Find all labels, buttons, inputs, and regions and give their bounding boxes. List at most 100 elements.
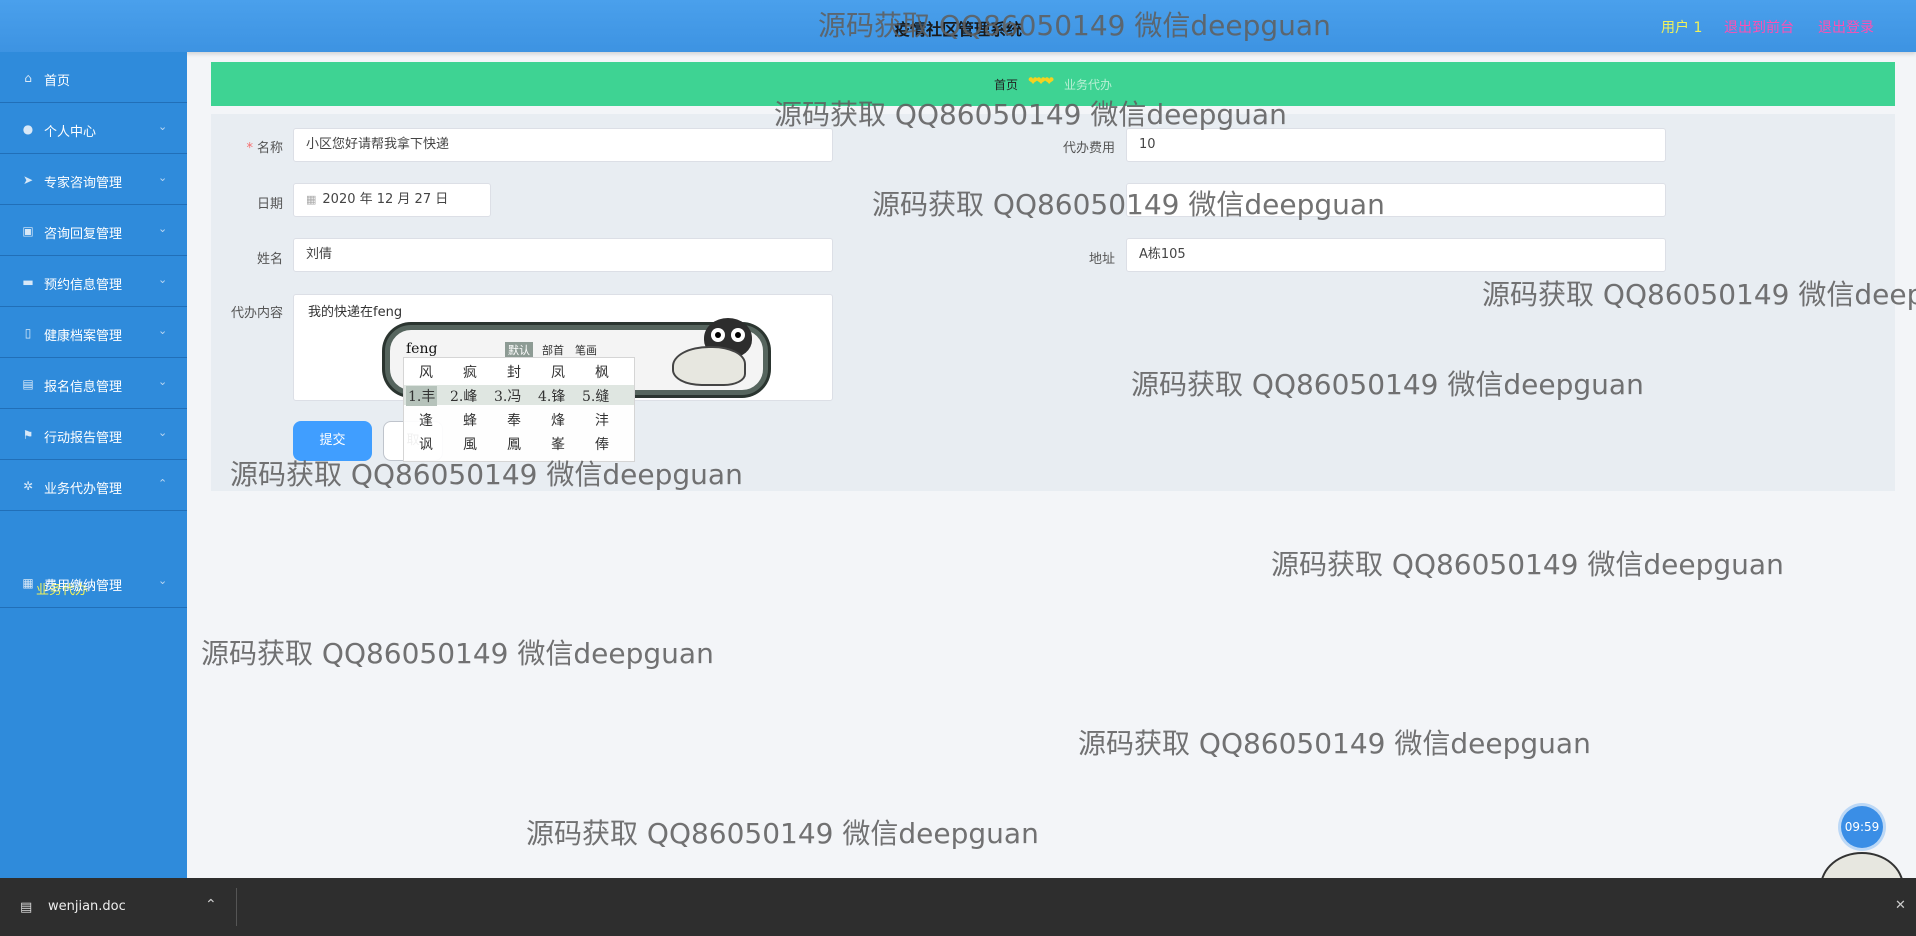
- ime-candidate[interactable]: 峯: [536, 434, 580, 454]
- sidebar-item-fee-payment[interactable]: ▦ 费用缴纳管理 ⌄: [0, 557, 187, 608]
- calendar-icon: ▦: [306, 193, 317, 206]
- sidebar-item-consult-reply[interactable]: ▣ 咨询回复管理 ⌄: [0, 205, 187, 256]
- ime-candidate[interactable]: 奉: [492, 410, 536, 430]
- chevron-down-icon: ⌄: [158, 171, 168, 184]
- chevron-up-icon: ⌃: [158, 477, 168, 490]
- sidebar-item-personal-center[interactable]: ● 个人中心 ⌄: [0, 103, 187, 154]
- close-icon[interactable]: ✕: [1895, 898, 1906, 913]
- ime-tab-stroke[interactable]: 笔画: [575, 342, 597, 358]
- chevron-up-icon[interactable]: ⌃: [205, 897, 217, 913]
- chevron-down-icon: ⌄: [158, 426, 168, 439]
- watermark-text: 源码获取 QQ86050149 微信deepguan: [201, 637, 714, 670]
- submit-button[interactable]: 提交: [293, 421, 372, 461]
- aperture-icon: ✲: [22, 479, 34, 493]
- home-icon: ⌂: [24, 71, 32, 85]
- current-user[interactable]: 用户 1: [1661, 17, 1702, 37]
- fee-input[interactable]: 10: [1126, 128, 1666, 162]
- ime-candidate[interactable]: 5.缝: [582, 386, 609, 406]
- sidebar-item-registration[interactable]: ▤ 报名信息管理 ⌄: [0, 358, 187, 409]
- sidebar-item-home[interactable]: ⌂ 首页: [0, 52, 187, 103]
- app-title: 疫情社区管理系统: [893, 20, 1022, 39]
- ime-candidate[interactable]: 烽: [536, 410, 580, 430]
- person-name-label: 姓名: [256, 252, 283, 267]
- person-name-input[interactable]: 刘倩: [293, 238, 833, 272]
- message-icon: ▣: [22, 224, 34, 238]
- name-label: * 名称: [246, 141, 283, 156]
- ime-candidate[interactable]: 封: [492, 362, 536, 382]
- phone-icon: ▯: [24, 326, 32, 340]
- download-item[interactable]: wenjian.doc: [48, 899, 126, 914]
- back-to-front-link[interactable]: 退出到前台: [1724, 17, 1794, 37]
- ime-candidate[interactable]: 1.丰: [406, 386, 438, 406]
- fee-label: 代办费用: [1062, 141, 1115, 156]
- film-icon: ▤: [22, 377, 34, 391]
- watermark-text: 源码获取 QQ86050149 微信deepguan: [1078, 727, 1591, 760]
- watermark-text: 源码获取 QQ86050149 微信deepguan: [1271, 548, 1784, 581]
- ime-candidate[interactable]: 讽: [404, 434, 448, 454]
- ime-candidate-row: 逢 蜂 奉 烽 沣: [404, 409, 634, 429]
- sidebar-item-label: 预约信息管理: [44, 278, 123, 293]
- ime-tab-radical[interactable]: 部首: [542, 342, 564, 358]
- ime-candidate-row: 讽 風 鳳 峯 俸: [404, 433, 634, 453]
- grid-icon: ▦: [22, 576, 34, 590]
- content-value: 我的快递在feng: [308, 305, 403, 320]
- sidebar-item-label: 行动报告管理: [44, 431, 123, 446]
- ime-candidate[interactable]: 疯: [448, 362, 492, 382]
- ime-candidate[interactable]: 2.峰: [450, 386, 477, 406]
- sidebar-menu: ⌂ 首页 ● 个人中心 ⌄ ➤ 专家咨询管理 ⌄ ▣ 咨询回复管理 ⌄ ▬ 预约…: [0, 52, 187, 878]
- date-label: 日期: [256, 197, 283, 212]
- floating-clock[interactable]: 09:59: [1841, 806, 1883, 848]
- ime-candidate[interactable]: 逢: [404, 410, 448, 430]
- ime-candidate[interactable]: 凤: [536, 362, 580, 382]
- ime-candidate[interactable]: 3.冯: [494, 386, 521, 406]
- watermark-text: 源码获取 QQ86050149 微信deepguan: [526, 817, 1039, 850]
- sidebar-item-expert-consult[interactable]: ➤ 专家咨询管理 ⌄: [0, 154, 187, 205]
- breadcrumb: 首页 ❤❤❤ 业务代办: [211, 62, 1895, 106]
- sidebar-item-label: 费用缴纳管理: [44, 579, 123, 594]
- chevron-down-icon: ⌄: [158, 324, 168, 337]
- ime-candidate[interactable]: 4.锋: [538, 386, 565, 406]
- chevron-down-icon: ⌄: [158, 120, 168, 133]
- document-icon: ▤: [20, 900, 33, 915]
- sidebar-item-label: 个人中心: [44, 125, 97, 140]
- sidebar-item-errand-management[interactable]: ✲ 业务代办管理 ⌃: [0, 460, 187, 511]
- name-input[interactable]: 小区您好请帮我拿下快递: [293, 128, 833, 162]
- sidebar-item-health-record[interactable]: ▯ 健康档案管理 ⌄: [0, 307, 187, 358]
- ime-candidate[interactable]: 风: [404, 362, 448, 382]
- ime-candidate[interactable]: 風: [448, 434, 492, 454]
- chevron-down-icon: ⌄: [158, 273, 168, 286]
- ime-candidate[interactable]: 枫: [580, 362, 624, 382]
- phone-input[interactable]: [1126, 183, 1666, 217]
- ime-candidate-row: 风 疯 封 凤 枫: [404, 361, 634, 381]
- sidebar-item-label: 专家咨询管理: [44, 176, 123, 191]
- sidebar-item-label: 首页: [44, 74, 71, 89]
- ime-composition-text: feng: [406, 341, 438, 357]
- ime-candidate-row-selected: 1.丰 2.峰 3.冯 4.锋 5.缝: [404, 385, 634, 406]
- breadcrumb-current: 业务代办: [1064, 78, 1113, 92]
- ime-tab-default[interactable]: 默认: [505, 342, 533, 358]
- ime-candidate[interactable]: 鳳: [492, 434, 536, 454]
- user-icon: ●: [22, 122, 34, 136]
- heart-separator-icon: ❤❤❤: [1028, 74, 1054, 88]
- sidebar-item-label: 健康档案管理: [44, 329, 123, 344]
- download-bar: ▤ wenjian.doc ⌃ ✕: [0, 878, 1916, 936]
- top-header: 疫情社区管理系统 用户 1 退出到前台 退出登录: [0, 0, 1916, 52]
- ime-candidate[interactable]: 蜂: [448, 410, 492, 430]
- ime-candidate[interactable]: 沣: [580, 410, 624, 430]
- sidebar-item-appointment[interactable]: ▬ 预约信息管理 ⌄: [0, 256, 187, 307]
- send-icon: ➤: [22, 173, 34, 187]
- divider: [236, 888, 237, 926]
- address-input[interactable]: A栋105: [1126, 238, 1666, 272]
- chevron-down-icon: ⌄: [158, 574, 168, 587]
- date-value: 2020 年 12 月 27 日: [322, 192, 449, 207]
- content-label: 代办内容: [230, 306, 283, 321]
- sidebar-item-action-report[interactable]: ⚑ 行动报告管理 ⌄: [0, 409, 187, 460]
- ime-candidate[interactable]: 俸: [580, 434, 624, 454]
- address-label: 地址: [1088, 252, 1115, 267]
- logout-link[interactable]: 退出登录: [1818, 17, 1874, 37]
- ime-candidate-list: 风 疯 封 凤 枫 1.丰 2.峰 3.冯 4.锋 5.缝 逢 蜂 奉 烽 沣 …: [403, 357, 635, 462]
- breadcrumb-home[interactable]: 首页: [994, 76, 1018, 93]
- flag-icon: ⚑: [22, 428, 34, 442]
- briefcase-icon: ▬: [22, 275, 34, 289]
- date-picker[interactable]: ▦ 2020 年 12 月 27 日: [293, 183, 491, 217]
